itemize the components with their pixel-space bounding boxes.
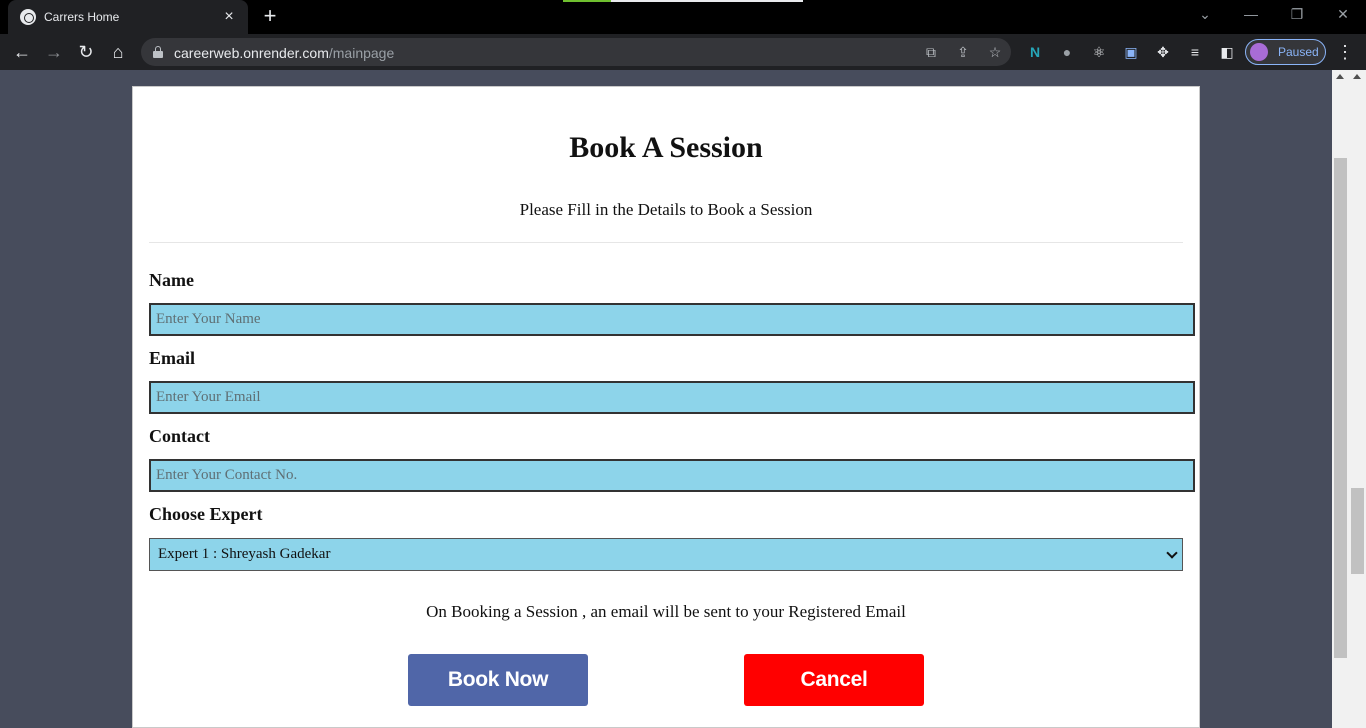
page-subtitle: Please Fill in the Details to Book a Ses…: [519, 200, 813, 219]
media-control-icon[interactable]: ≡: [1185, 42, 1205, 62]
forward-button[interactable]: →: [42, 40, 66, 64]
tab-close-icon[interactable]: ×: [220, 8, 238, 26]
expert-selected-value: Expert 1 : Shreyash Gadekar: [158, 546, 331, 562]
book-now-button[interactable]: Book Now: [408, 654, 588, 706]
restore-button[interactable]: ❐: [1285, 6, 1309, 23]
translate-icon[interactable]: ⧉: [922, 44, 940, 61]
reload-button[interactable]: ↻: [74, 40, 98, 64]
profile-status: Paused: [1278, 45, 1319, 59]
expert-select[interactable]: Expert 1 : Shreyash Gadekar: [149, 538, 1183, 571]
expert-label: Choose Expert: [149, 504, 263, 524]
lock-icon: [153, 46, 163, 58]
new-tab-button[interactable]: +: [258, 4, 282, 28]
page-title: Book A Session: [569, 131, 763, 164]
cancel-button[interactable]: Cancel: [744, 654, 924, 706]
avatar: [1250, 43, 1268, 61]
modal-scrollbar[interactable]: [1332, 70, 1349, 728]
tab-strip: Carrers Home × + ⌄ — ❐ ✕: [0, 0, 1366, 34]
star-icon[interactable]: ☆: [986, 44, 1004, 61]
url-text: careerweb.onrender.com/mainpage: [174, 45, 395, 61]
browser-tab[interactable]: Carrers Home ×: [8, 0, 248, 34]
booking-notice: On Booking a Session , an email will be …: [426, 602, 906, 621]
tab-search-icon[interactable]: ⌄: [1193, 6, 1217, 23]
share-icon[interactable]: ⇪: [954, 44, 972, 61]
window-close-button[interactable]: ✕: [1331, 6, 1355, 23]
scrollbar-thumb[interactable]: [1334, 158, 1347, 658]
scrollbar-thumb[interactable]: [1351, 488, 1364, 574]
contact-input[interactable]: [149, 459, 1195, 492]
n-extension-icon[interactable]: N: [1025, 42, 1045, 62]
name-input[interactable]: [149, 303, 1195, 336]
scroll-up-icon[interactable]: [1353, 74, 1361, 79]
chevron-down-icon: [1166, 547, 1178, 559]
globe-icon: [20, 9, 36, 25]
name-label: Name: [149, 270, 194, 290]
mouse-extension-icon[interactable]: ●: [1057, 42, 1077, 62]
browser-toolbar: ← → ↻ ⌂ careerweb.onrender.com/mainpage …: [0, 34, 1366, 70]
address-bar[interactable]: careerweb.onrender.com/mainpage ⧉ ⇪ ☆: [141, 38, 1011, 66]
menu-icon[interactable]: ⋮: [1333, 40, 1357, 64]
screen-capture-icon[interactable]: ▣: [1121, 42, 1141, 62]
back-button[interactable]: ←: [10, 40, 34, 64]
react-devtools-icon[interactable]: ⚛: [1089, 42, 1109, 62]
tab-title: Carrers Home: [44, 10, 120, 24]
email-label: Email: [149, 348, 196, 368]
email-input[interactable]: [149, 381, 1195, 414]
page-scrollbar[interactable]: [1349, 70, 1366, 728]
scroll-up-icon[interactable]: [1336, 74, 1344, 79]
side-panel-icon[interactable]: ◧: [1217, 42, 1237, 62]
contact-label: Contact: [149, 426, 210, 446]
profile-button[interactable]: Paused: [1245, 39, 1326, 65]
puzzle-icon[interactable]: ✥: [1153, 42, 1173, 62]
booking-modal: Book A Session Please Fill in the Detail…: [132, 86, 1200, 728]
minimize-button[interactable]: —: [1239, 6, 1263, 22]
loading-indicator: [563, 0, 803, 2]
home-button[interactable]: ⌂: [106, 40, 130, 64]
divider: [149, 242, 1183, 243]
